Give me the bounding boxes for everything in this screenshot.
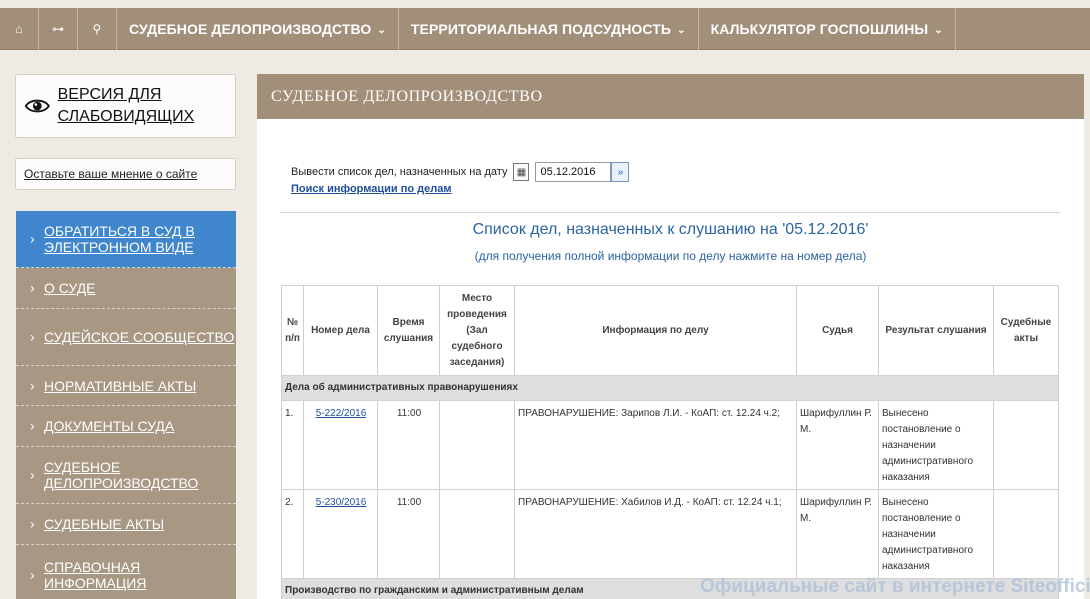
sidebar-item-label: НОРМАТИВНЫЕ АКТЫ: [44, 377, 197, 394]
nav-item-label: КАЛЬКУЛЯТОР ГОСПОШЛИНЫ: [710, 21, 929, 37]
sidebar-item-label: О СУДЕ: [44, 280, 96, 296]
list-title: Список дел, назначенных к слушанию на '0…: [472, 221, 869, 238]
hearing-time: 11:00: [377, 400, 440, 490]
column-header: Результат слушания: [878, 285, 994, 376]
case-search-link[interactable]: Поиск информации по делам: [291, 183, 451, 195]
cases-table: № п/п Номер дела Время слушания Место пр…: [281, 285, 1059, 599]
nav-item-territorial-jurisdiction[interactable]: ТЕРРИТОРИАЛЬНАЯ ПОДСУДНОСТЬ ⌄: [399, 8, 699, 50]
sidebar-item-reference-info[interactable]: СПРАВОЧНАЯ ИНФОРМАЦИЯ: [16, 545, 236, 599]
sidebar-item-label: СУДЕЙСКОЕ СООБЩЕСТВО: [44, 329, 235, 345]
list-subtitle: (для получения полной информации по делу…: [474, 249, 867, 263]
sidebar-item-label: ОБРАТИТЬСЯ В СУД В ЭЛЕКТРОННОМ ВИДЕ: [44, 223, 195, 255]
visually-impaired-label: ВЕРСИЯ ДЛЯ СЛАБОВИДЯЩИХ: [57, 86, 195, 125]
sidebar-item-court-acts[interactable]: СУДЕБНЫЕ АКТЫ: [16, 504, 236, 545]
nav-bar: ⌂ ⊶ ⚲ СУДЕБНОЕ ДЕЛОПРОИЗВОДСТВО ⌄ ТЕРРИТ…: [0, 8, 1090, 50]
hearing-time: 11:00: [377, 489, 440, 579]
case-number-cell: 5-222/2016: [303, 400, 378, 490]
feedback-label: Оставьте ваше мнение о сайте: [24, 167, 198, 181]
row-number: 1.: [281, 400, 304, 490]
case-info: ПРАВОНАРУШЕНИЕ: Зарипов Л.И. - КоАП: ст.…: [514, 400, 797, 490]
chevron-down-icon: ⌄: [677, 24, 686, 36]
court-acts: [993, 489, 1059, 579]
top-navigation: ⌂ ⊶ ⚲ СУДЕБНОЕ ДЕЛОПРОИЗВОДСТВО ⌄ ТЕРРИТ…: [0, 0, 1090, 56]
nav-item-label: ТЕРРИТОРИАЛЬНАЯ ПОДСУДНОСТЬ: [410, 21, 672, 37]
sidebar-item-court-documents[interactable]: ДОКУМЕНТЫ СУДА: [16, 406, 236, 447]
date-filter-label: Вывести список дел, назначенных на дату: [291, 166, 508, 178]
page-title: СУДЕБНОЕ ДЕЛОПРОИЗВОДСТВО: [257, 74, 1084, 119]
main-panel: СУДЕБНОЕ ДЕЛОПРОИЗВОДСТВО Вывести список…: [257, 74, 1084, 599]
sidebar-item-label: СУДЕБНОЕ ДЕЛОПРОИЗВОДСТВО: [44, 459, 199, 491]
date-input[interactable]: [535, 162, 612, 182]
sidebar-item-court-proceedings[interactable]: СУДЕБНОЕ ДЕЛОПРОИЗВОДСТВО: [16, 447, 236, 504]
table-group-row: Дела об административных правонарушениях: [281, 375, 1059, 401]
feedback-link[interactable]: Оставьте ваше мнение о сайте: [15, 158, 236, 190]
sidebar-menu: ОБРАТИТЬСЯ В СУД В ЭЛЕКТРОННОМ ВИДЕ О СУ…: [16, 211, 236, 599]
sidebar-item-label: СУДЕБНЫЕ АКТЫ: [44, 516, 165, 532]
sitemap-icon[interactable]: ⊶: [39, 8, 78, 50]
search-icon[interactable]: ⚲: [78, 8, 117, 50]
home-icon[interactable]: ⌂: [0, 8, 39, 50]
table-header-row: № п/п Номер дела Время слушания Место пр…: [281, 285, 1059, 376]
visually-impaired-version-button[interactable]: ВЕРСИЯ ДЛЯ СЛАБОВИДЯЩИХ: [15, 74, 236, 138]
hearing-place: [439, 400, 515, 490]
divider: [280, 212, 1060, 213]
hearing-result: Вынесено постановление о назначении адми…: [878, 489, 994, 579]
group-title: Дела об административных правонарушениях: [281, 375, 1059, 401]
calendar-icon[interactable]: ▦: [513, 163, 530, 181]
column-header: Судья: [796, 285, 879, 376]
chevron-down-icon: ⌄: [377, 24, 386, 36]
nav-item-label: СУДЕБНОЕ ДЕЛОПРОИЗВОДСТВО: [129, 21, 372, 37]
sidebar-item-about-court[interactable]: О СУДЕ: [16, 268, 236, 309]
column-header: Номер дела: [303, 285, 378, 376]
column-header: Судебные акты: [993, 285, 1059, 376]
sidebar-item-regulatory-acts[interactable]: НОРМАТИВНЫЕ АКТЫ: [16, 366, 236, 406]
chevron-down-icon: ⌄: [934, 24, 943, 36]
sidebar-item-judicial-community[interactable]: СУДЕЙСКОЕ СООБЩЕСТВО: [16, 309, 236, 366]
hearing-result: Вынесено постановление о назначении адми…: [878, 400, 994, 490]
case-info: ПРАВОНАРУШЕНИЕ: Хабилов И.Д. - КоАП: ст.…: [514, 489, 797, 579]
table-row: 1. 5-222/2016 11:00 ПРАВОНАРУШЕНИЕ: Зари…: [281, 400, 1059, 490]
date-filter: Вывести список дел, назначенных на дату …: [291, 162, 630, 182]
sidebar-item-electronic-appeal[interactable]: ОБРАТИТЬСЯ В СУД В ЭЛЕКТРОННОМ ВИДЕ: [16, 211, 236, 268]
case-number-cell: 5-230/2016: [303, 489, 378, 579]
hearing-place: [439, 489, 515, 579]
sidebar-item-label: СПРАВОЧНАЯ ИНФОРМАЦИЯ: [44, 558, 147, 591]
case-number-link[interactable]: 5-230/2016: [316, 497, 367, 508]
column-header: № п/п: [281, 285, 304, 376]
judge-name: Шарифуллин Р. М.: [796, 400, 879, 490]
eye-icon: [25, 99, 50, 113]
nav-item-court-proceedings[interactable]: СУДЕБНОЕ ДЕЛОПРОИЗВОДСТВО ⌄: [117, 8, 399, 50]
submit-date-button[interactable]: »: [611, 162, 630, 182]
case-number-link[interactable]: 5-222/2016: [316, 408, 367, 419]
column-header: Место проведения (Зал судебного заседани…: [439, 285, 515, 376]
nav-item-fee-calculator[interactable]: КАЛЬКУЛЯТОР ГОСПОШЛИНЫ ⌄: [699, 8, 956, 50]
sidebar-item-label: ДОКУМЕНТЫ СУДА: [44, 418, 175, 434]
court-acts: [993, 400, 1059, 490]
row-number: 2.: [281, 489, 304, 579]
watermark: Официальные сайт в интернете Siteofficia…: [700, 576, 1090, 597]
judge-name: Шарифуллин Р. М.: [796, 489, 879, 579]
column-header: Время слушания: [377, 285, 440, 376]
column-header: Информация по делу: [514, 285, 797, 376]
table-row: 2. 5-230/2016 11:00 ПРАВОНАРУШЕНИЕ: Хаби…: [281, 489, 1059, 579]
